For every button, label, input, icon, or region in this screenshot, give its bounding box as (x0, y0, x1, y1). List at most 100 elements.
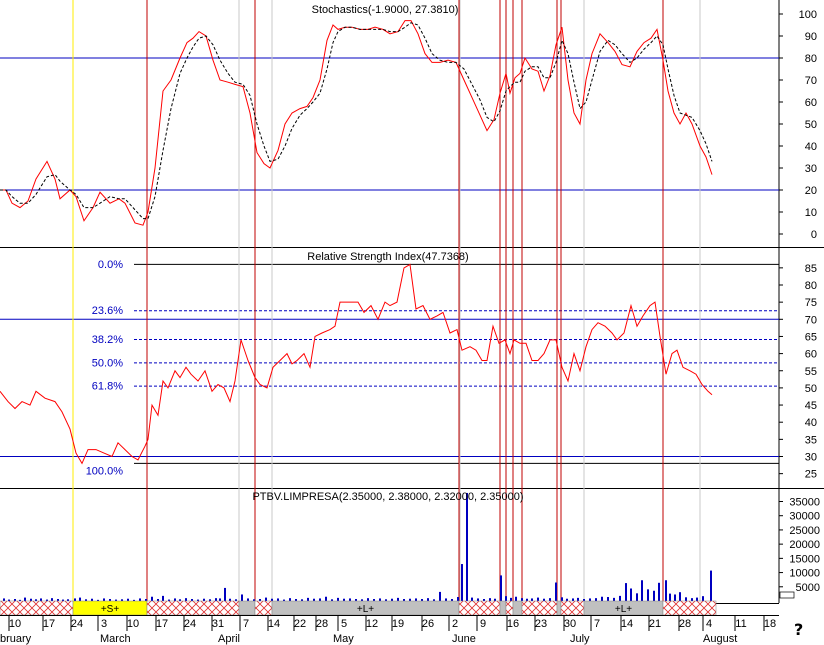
volume-bar (515, 596, 517, 601)
fibonacci-label: 38.2% (92, 334, 123, 346)
volume-bar (415, 598, 417, 601)
month-label: June (452, 633, 476, 645)
signal-band (505, 600, 514, 616)
x-tick-label: 28 (316, 618, 328, 630)
volume-bar (277, 598, 279, 601)
x-tick-label: 16 (507, 618, 519, 630)
signal-band-label: +S+ (101, 604, 120, 615)
volume-tick-label: 5000 (796, 582, 820, 594)
volume-bar (561, 597, 563, 601)
help-icon[interactable]: ? (794, 620, 803, 639)
volume-bar (57, 599, 59, 601)
volume-bar (373, 599, 375, 601)
volume-tick-label: 20000 (789, 539, 820, 551)
volume-bar (526, 598, 528, 601)
rsi-tick-label: 35 (805, 434, 817, 446)
volume-bar (191, 599, 193, 601)
x-tick-label: 23 (535, 618, 547, 630)
volume-bar (103, 598, 105, 601)
month-label: August (703, 633, 737, 645)
volume-bar (653, 590, 655, 601)
volume-bar (215, 598, 217, 601)
volume-bar (555, 582, 557, 601)
rsi-tick-label: 45 (805, 400, 817, 412)
month-label: March (100, 633, 131, 645)
stock-chart: 0.0% 23.6% 38.2% 50.0% 61.8% 100.0% 0 10 20 30 40 5… (0, 0, 824, 645)
volume-bar (500, 575, 502, 601)
volume-bar (505, 596, 507, 601)
volume-bar (35, 599, 37, 601)
stochastics-title: Stochastics(-1.9000, 27.3810) (312, 4, 459, 16)
x-tick-label: 2 (452, 618, 458, 630)
x-tick-label: 14 (268, 618, 280, 630)
volume-bar (679, 592, 681, 601)
fibonacci-label: 50.0% (92, 357, 123, 369)
signal-band (521, 600, 558, 616)
signal-band (458, 600, 501, 616)
volume-bar (494, 598, 496, 601)
x-tick-label: 4 (706, 618, 712, 630)
x-tick-label: 3 (101, 618, 107, 630)
x-tick-label: 24 (184, 618, 196, 630)
volume-bar (74, 598, 76, 601)
volume-bar (174, 598, 176, 601)
stochastics-tick-label: 50 (805, 119, 817, 131)
volume-bar (224, 587, 226, 601)
x-tick-label: 28 (679, 618, 691, 630)
volume-bar (331, 599, 333, 601)
volume-bar (30, 598, 32, 601)
volume-bar (397, 597, 399, 601)
volume-bar (379, 598, 381, 601)
volume-bar (702, 596, 704, 601)
stochastics-tick-label: 100 (799, 9, 817, 21)
volume-bar (361, 599, 363, 601)
volume-bar (461, 564, 463, 601)
volume-bar (577, 597, 579, 601)
x-tick-label: 30 (564, 618, 576, 630)
stochastics-tick-label: 20 (805, 185, 817, 197)
signal-band (238, 600, 256, 616)
volume-bar (14, 599, 16, 601)
volume-bar (51, 598, 53, 601)
volume-bar (203, 598, 205, 601)
x-tick-label: 10 (9, 618, 21, 630)
stochastics-k-line (0, 20, 713, 226)
rsi-tick-label: 80 (805, 280, 817, 292)
volume-bar (477, 598, 479, 601)
volume-bar (40, 598, 42, 601)
volume-bar (145, 599, 147, 601)
volume-bar (185, 598, 187, 601)
volume-bar (219, 598, 221, 601)
rsi-tick-label: 65 (805, 331, 817, 343)
volume-bar (253, 599, 255, 601)
stochastics-tick-label: 30 (805, 163, 817, 175)
volume-bar (710, 570, 712, 601)
volume-bar (265, 597, 267, 601)
x-tick-label: 22 (294, 618, 306, 630)
chart-labels: Stochastics(-1.9000, 27.3810) Relative S… (252, 4, 523, 503)
signal-band (254, 600, 273, 616)
month-label: May (333, 633, 354, 645)
volume-bar (566, 598, 568, 601)
volume-bar (572, 598, 574, 601)
volume-tick-label: 25000 (789, 525, 820, 537)
volume-tick-label: 10000 (789, 568, 820, 580)
month-label: April (218, 633, 240, 645)
rsi-tick-label: 60 (805, 349, 817, 361)
volume-bar (691, 598, 693, 601)
volume-bar (162, 595, 164, 601)
x-tick-label: 11 (735, 618, 746, 630)
x-tick-label: 19 (392, 618, 404, 630)
volume-bar (630, 588, 632, 601)
volume-bar (647, 589, 649, 601)
stochastics-tick-label: 0 (811, 229, 817, 241)
x-tick-label: 17 (43, 618, 55, 630)
volume-bar (139, 598, 141, 601)
x-tick-label: 10 (127, 618, 139, 630)
volume-bar (489, 598, 491, 601)
volume-bar (665, 580, 667, 601)
volume-bar (325, 596, 327, 601)
signal-band-label: +L+ (615, 604, 632, 615)
x-tick-label: 24 (71, 618, 83, 630)
volume-bar (367, 598, 369, 601)
